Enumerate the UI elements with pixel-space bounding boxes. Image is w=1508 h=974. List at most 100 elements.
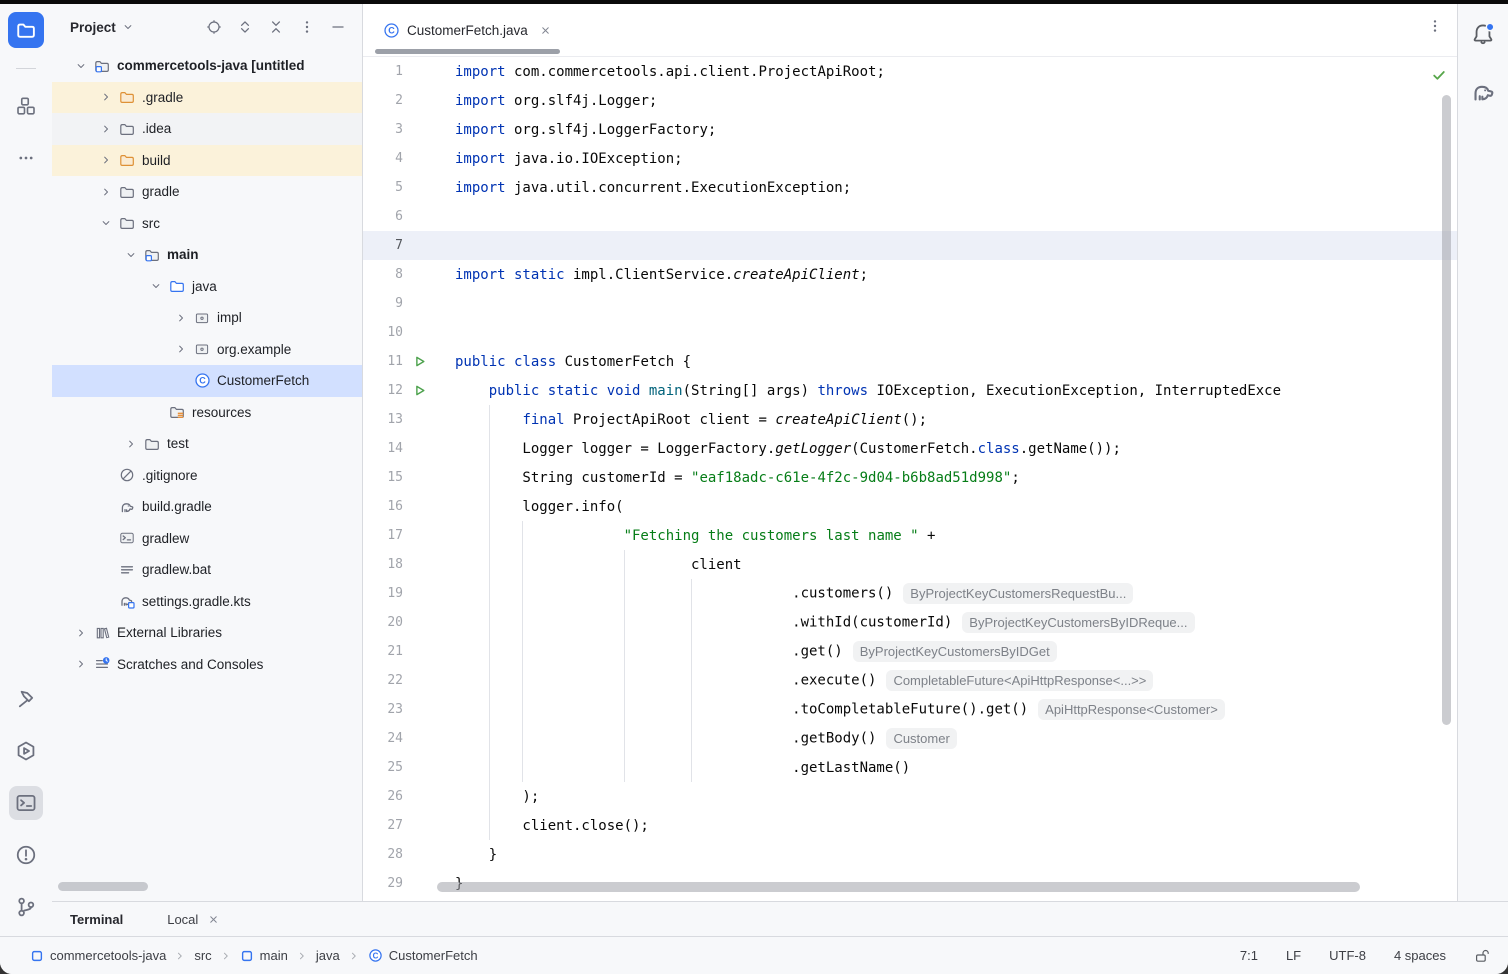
tree-item-idea[interactable]: .idea [52, 113, 362, 145]
tree-item-customerfetch[interactable]: CCustomerFetch [52, 365, 362, 397]
tree-item-build[interactable]: build [52, 145, 362, 177]
tree-item-resources[interactable]: resources [52, 397, 362, 429]
tool-button-services[interactable] [9, 734, 43, 768]
status-file-encoding[interactable]: UTF-8 [1329, 948, 1366, 963]
tool-button-version-control[interactable] [9, 890, 43, 924]
project-view-selector[interactable]: Project [70, 20, 134, 35]
chevron-down-icon[interactable] [70, 60, 92, 72]
code-line-18[interactable]: 18 client [363, 550, 1457, 579]
code-line-1[interactable]: 1import com.commercetools.api.client.Pro… [363, 57, 1457, 86]
code-line-9[interactable]: 9 [363, 289, 1457, 318]
editor-hscrollbar[interactable] [437, 882, 1360, 892]
chevron-right-icon[interactable] [95, 186, 117, 198]
close-tab-icon[interactable] [539, 24, 552, 37]
tool-button-notifications[interactable] [1467, 18, 1499, 50]
code-line-4[interactable]: 4import java.io.IOException; [363, 144, 1457, 173]
project-tree-hscrollbar[interactable] [58, 882, 148, 891]
chevron-right-icon[interactable] [70, 658, 92, 670]
tree-item-gradle[interactable]: gradle [52, 176, 362, 208]
code-line-17[interactable]: 17 "Fetching the customers last name " + [363, 521, 1457, 550]
tab-customerfetch-java[interactable]: C CustomerFetch.java [371, 4, 564, 56]
tree-item-gradle[interactable]: .gradle [52, 82, 362, 114]
code-line-12[interactable]: 12 public static void main(String[] args… [363, 376, 1457, 405]
code-line-3[interactable]: 3import org.slf4j.LoggerFactory; [363, 115, 1457, 144]
code-line-14[interactable]: 14 Logger logger = LoggerFactory.getLogg… [363, 434, 1457, 463]
status-line-separator[interactable]: LF [1286, 948, 1301, 963]
code-line-16[interactable]: 16 logger.info( [363, 492, 1457, 521]
chevron-right-icon[interactable] [95, 123, 117, 135]
code-line-10[interactable]: 10 [363, 318, 1457, 347]
tool-button-problems[interactable] [9, 838, 43, 872]
tree-item-gradlew[interactable]: gradlew [52, 523, 362, 555]
tree-item-org-example[interactable]: org.example [52, 334, 362, 366]
chevron-right-icon[interactable] [120, 438, 142, 450]
expand-all-icon[interactable] [237, 19, 253, 35]
chevron-right-icon[interactable] [95, 154, 117, 166]
tool-button-structure[interactable] [9, 89, 43, 123]
code-line-11[interactable]: 11public class CustomerFetch { [363, 347, 1457, 376]
code-line-26[interactable]: 26 ); [363, 782, 1457, 811]
terminal-title[interactable]: Terminal [70, 912, 123, 927]
tree-item-commercetools-java-untitled[interactable]: commercetools-java [untitled [52, 50, 362, 82]
tree-item-scratches-and-consoles[interactable]: Scratches and Consoles [52, 649, 362, 681]
code-line-2[interactable]: 2import org.slf4j.Logger; [363, 86, 1457, 115]
code-line-21[interactable]: 21 .get()ByProjectKeyCustomersByIDGet [363, 637, 1457, 666]
editor-vscrollbar[interactable] [1442, 95, 1451, 725]
chevron-down-icon[interactable] [120, 249, 142, 261]
hide-icon[interactable] [330, 19, 346, 35]
code-line-27[interactable]: 27 client.close(); [363, 811, 1457, 840]
tool-button-terminal[interactable] [9, 786, 43, 820]
code-line-13[interactable]: 13 final ProjectApiRoot client = createA… [363, 405, 1457, 434]
code-line-28[interactable]: 28 } [363, 840, 1457, 869]
tree-item-java[interactable]: java [52, 271, 362, 303]
breadcrumb-java[interactable]: java [316, 948, 340, 963]
tree-item-build-gradle[interactable]: build.gradle [52, 491, 362, 523]
code-line-22[interactable]: 22 .execute()CompletableFuture<ApiHttpRe… [363, 666, 1457, 695]
tree-item-main[interactable]: main [52, 239, 362, 271]
tool-button-more-tool-windows[interactable] [9, 141, 43, 175]
code-line-19[interactable]: 19 .customers()ByProjectKeyCustomersRequ… [363, 579, 1457, 608]
tree-item-gradlew-bat[interactable]: gradlew.bat [52, 554, 362, 586]
code-line-6[interactable]: 6 [363, 202, 1457, 231]
tool-button-project[interactable] [8, 12, 44, 48]
status-indent-style[interactable]: 4 spaces [1394, 948, 1446, 963]
close-terminal-tab-icon[interactable] [207, 913, 220, 926]
tree-item-external-libraries[interactable]: External Libraries [52, 617, 362, 649]
locate-icon[interactable] [206, 19, 222, 35]
chevron-right-icon[interactable] [70, 627, 92, 639]
editor-options-icon[interactable] [1427, 18, 1443, 34]
code-editor[interactable]: 1import com.commercetools.api.client.Pro… [363, 57, 1457, 901]
terminal-tab-local[interactable]: Local [167, 912, 220, 927]
inspections-ok-icon[interactable] [1431, 67, 1447, 83]
run-icon[interactable] [403, 383, 436, 398]
tool-button-build[interactable] [9, 682, 43, 716]
unlocked-icon[interactable] [1474, 948, 1490, 964]
chevron-right-icon[interactable] [170, 312, 192, 324]
code-line-20[interactable]: 20 .withId(customerId)ByProjectKeyCustom… [363, 608, 1457, 637]
code-line-8[interactable]: 8import static impl.ClientService.create… [363, 260, 1457, 289]
code-line-24[interactable]: 24 .getBody()Customer [363, 724, 1457, 753]
code-line-23[interactable]: 23 .toCompletableFuture().get()ApiHttpRe… [363, 695, 1457, 724]
run-icon[interactable] [403, 354, 436, 369]
tree-item-gitignore[interactable]: .gitignore [52, 460, 362, 492]
tree-item-impl[interactable]: impl [52, 302, 362, 334]
tree-item-test[interactable]: test [52, 428, 362, 460]
more-vertical-icon[interactable] [299, 19, 315, 35]
breadcrumb-customerfetch[interactable]: CCustomerFetch [368, 948, 478, 963]
tree-item-src[interactable]: src [52, 208, 362, 240]
tool-button-gradle[interactable] [1467, 76, 1499, 108]
tree-item-settings-gradle-kts[interactable]: settings.gradle.kts [52, 586, 362, 618]
breadcrumb-main[interactable]: main [240, 948, 288, 963]
chevron-right-icon[interactable] [170, 343, 192, 355]
breadcrumb-commercetools-java[interactable]: commercetools-java [30, 948, 166, 963]
breadcrumb-src[interactable]: src [194, 948, 211, 963]
chevron-right-icon[interactable] [95, 91, 117, 103]
code-line-15[interactable]: 15 String customerId = "eaf18adc-c61e-4f… [363, 463, 1457, 492]
code-line-7[interactable]: 7 [363, 231, 1457, 260]
collapse-all-icon[interactable] [268, 19, 284, 35]
code-line-25[interactable]: 25 .getLastName() [363, 753, 1457, 782]
code-line-5[interactable]: 5import java.util.concurrent.ExecutionEx… [363, 173, 1457, 202]
chevron-down-icon[interactable] [145, 280, 167, 292]
status-caret-position[interactable]: 7:1 [1240, 948, 1258, 963]
chevron-down-icon[interactable] [95, 217, 117, 229]
